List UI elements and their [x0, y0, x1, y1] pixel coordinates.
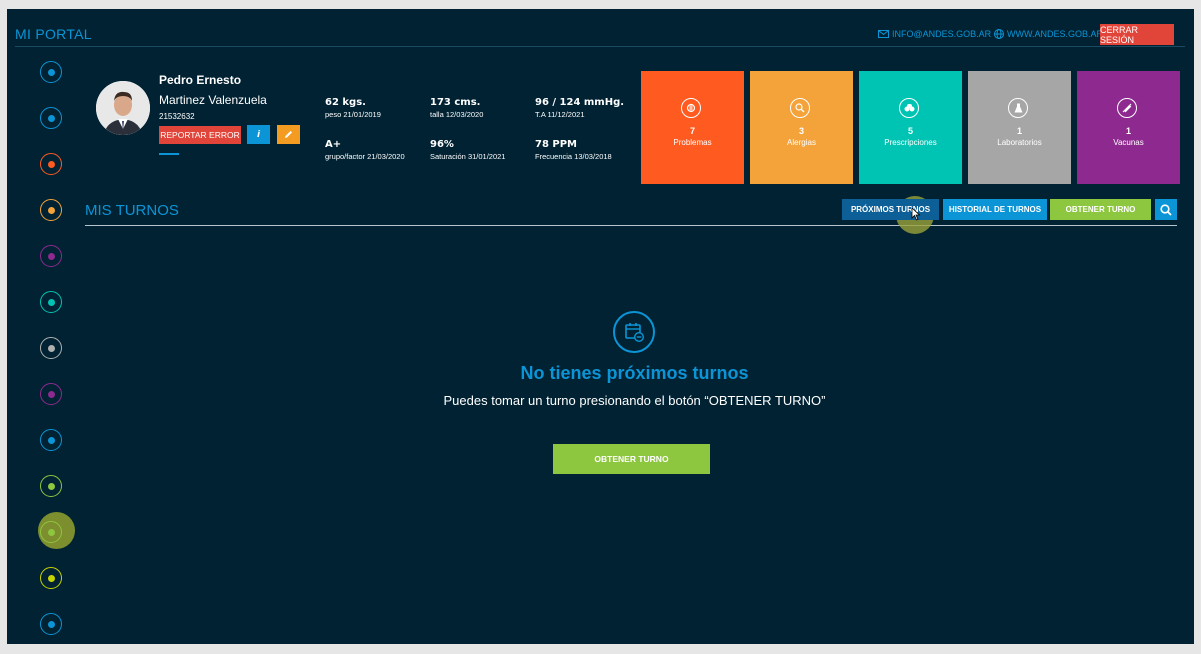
- envelope-icon: [878, 30, 889, 38]
- syringe-icon: [1117, 98, 1137, 118]
- card-prescriptions-count: 5: [907, 126, 913, 136]
- vital-pressure-detail: T.A 11/12/2021: [535, 110, 585, 119]
- patient-first-name: Pedro Ernesto: [159, 73, 242, 87]
- calendar-minus-icon: [613, 311, 655, 353]
- info-button[interactable]: i: [247, 125, 270, 144]
- vital-blood-group-detail: grupo/factor 21/03/2020: [325, 152, 405, 161]
- documents-icon: [47, 482, 55, 490]
- sidebar-item-appointments[interactable]: [40, 521, 62, 543]
- vital-height-detail: talla 12/03/2020: [430, 110, 484, 119]
- card-allergies[interactable]: 3 Alergias: [750, 71, 853, 184]
- card-vaccines-label: Vacunas: [1113, 138, 1144, 147]
- patient-last-name: Martinez Valenzuela: [159, 93, 267, 107]
- patient-dni: 21532632: [159, 112, 195, 121]
- flask-icon: [1008, 98, 1028, 118]
- institutions-icon: [47, 620, 55, 628]
- problems-icon: [47, 160, 55, 168]
- email-text: INFO@ANDES.GOB.AR: [892, 29, 992, 39]
- vital-blood-group-value: A+: [325, 139, 342, 150]
- app-frame: MI PORTAL INFO@ANDES.GOB.AR WWW.ANDES.GO…: [7, 9, 1194, 644]
- tab-upcoming-appointments[interactable]: PRÓXIMOS TURNOS: [842, 199, 939, 220]
- portal-title: MI PORTAL: [15, 26, 92, 42]
- sidebar-item-documents[interactable]: [40, 475, 62, 497]
- sidebar-item-prescriptions[interactable]: [40, 291, 62, 313]
- card-laboratories-label: Laboratorios: [997, 138, 1042, 147]
- appointments-icon: [47, 528, 55, 536]
- name-underline: [159, 153, 179, 155]
- allergies-icon: [47, 206, 55, 214]
- card-laboratories[interactable]: 1 Laboratorios: [968, 71, 1071, 184]
- sidebar-item-allergies[interactable]: [40, 199, 62, 221]
- globe-icon: [994, 29, 1004, 39]
- card-problems[interactable]: 7 Problemas: [641, 71, 744, 184]
- vital-saturation-value: 96%: [430, 139, 454, 150]
- magnifier-icon: [790, 98, 810, 118]
- profile-icon: [47, 114, 55, 122]
- sidebar-item-messages[interactable]: [40, 567, 62, 589]
- vitals-icon: [47, 252, 55, 260]
- website-link[interactable]: WWW.ANDES.GOB.AR: [994, 29, 1103, 39]
- header-divider: [15, 46, 1185, 47]
- sidebar-item-dashboard[interactable]: [40, 61, 62, 83]
- empty-state-subtitle: Puedes tomar un turno presionando el bot…: [443, 393, 826, 408]
- report-error-button[interactable]: REPORTAR ERROR: [159, 126, 241, 144]
- vital-saturation-detail: Saturación 31/01/2021: [430, 152, 506, 161]
- empty-state-get-appointment-button[interactable]: OBTENER TURNO: [553, 444, 710, 474]
- laboratories-icon: [47, 344, 55, 352]
- sidebar-item-vitals[interactable]: [40, 245, 62, 267]
- get-appointment-button[interactable]: OBTENER TURNO: [1050, 199, 1151, 220]
- avatar: [96, 81, 150, 135]
- section-title: MIS TURNOS: [85, 202, 179, 219]
- card-allergies-label: Alergias: [787, 138, 816, 147]
- search-button[interactable]: [1155, 199, 1177, 220]
- edit-button[interactable]: [277, 125, 300, 144]
- vital-weight-value: 62 kgs.: [325, 97, 366, 108]
- vital-pressure-value: 96 / 124 mmHg.: [535, 97, 625, 108]
- empty-state-title: No tienes próximos turnos: [520, 363, 749, 383]
- card-problems-label: Problemas: [673, 138, 712, 147]
- vital-height-value: 173 cms.: [430, 97, 481, 108]
- sidebar-item-problems[interactable]: [40, 153, 62, 175]
- family-icon: [47, 436, 55, 444]
- card-prescriptions[interactable]: 5 Prescripciones: [859, 71, 962, 184]
- prescriptions-icon: [47, 298, 55, 306]
- sidebar-item-family[interactable]: [40, 429, 62, 451]
- card-problems-count: 7: [689, 126, 695, 136]
- logout-button[interactable]: CERRAR SESIÓN: [1100, 24, 1174, 45]
- sidebar-item-laboratories[interactable]: [40, 337, 62, 359]
- tab-appointment-history[interactable]: HISTORIAL DE TURNOS: [943, 199, 1047, 220]
- search-icon: [1160, 203, 1172, 216]
- brain-icon: [681, 98, 701, 118]
- mouse-cursor-icon: [911, 207, 921, 221]
- pills-icon: [899, 98, 919, 118]
- card-allergies-count: 3: [798, 126, 804, 136]
- vital-weight-detail: peso 21/01/2019: [325, 110, 381, 119]
- vital-heart-rate-value: 78 PPM: [535, 139, 578, 150]
- messages-icon: [47, 574, 55, 582]
- card-laboratories-count: 1: [1016, 126, 1022, 136]
- sidebar-item-institutions[interactable]: [40, 613, 62, 635]
- vital-heart-rate-detail: Frecuencia 13/03/2018: [535, 152, 612, 161]
- card-vaccines-count: 1: [1125, 126, 1131, 136]
- section-divider: [85, 225, 1177, 226]
- email-link[interactable]: INFO@ANDES.GOB.AR: [878, 29, 991, 39]
- sidebar-item-profile[interactable]: [40, 107, 62, 129]
- website-text: WWW.ANDES.GOB.AR: [1007, 29, 1104, 39]
- pencil-icon: [285, 131, 292, 138]
- dashboard-icon: [47, 68, 55, 76]
- card-vaccines[interactable]: 1 Vacunas: [1077, 71, 1180, 184]
- card-prescriptions-label: Prescripciones: [884, 138, 937, 147]
